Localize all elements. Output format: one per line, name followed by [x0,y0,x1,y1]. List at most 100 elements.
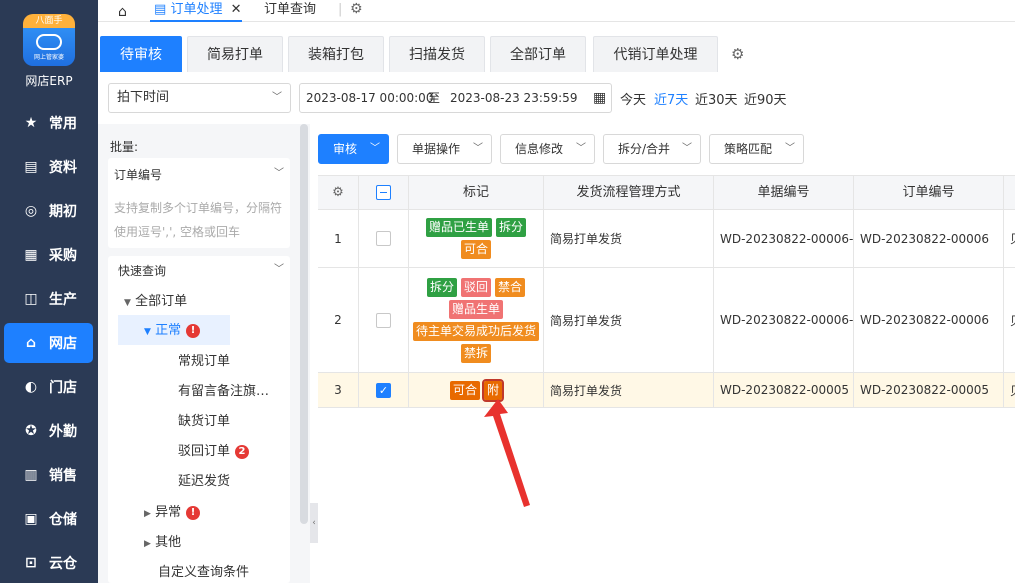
home-icon[interactable]: ⌂ [118,4,127,20]
top-tab-bar: ⌂ ▤ 订单处理 ✕ 订单查询 | ⚙ [98,0,1015,22]
table-row[interactable]: 2 拆分 驳回 禁合 赠品生单 待主单交易成功后发货 禁拆 简易打单发货 WD-… [318,268,1015,373]
check-icon: ✓ [376,382,391,398]
sidebar-item-purchase[interactable]: ▦ 采购 [0,235,98,275]
split-merge-button[interactable]: 拆分/合并 ﹀ [603,134,701,164]
tree-node-out-of-stock[interactable]: 缺货订单 [178,410,230,429]
select-all-checkbox[interactable] [359,176,409,210]
sidebar-item-shop[interactable]: ◐ 门店 [0,367,98,407]
alert-icon: ! [186,324,201,338]
row-checkbox[interactable] [359,268,409,372]
info-edit-button[interactable]: 信息修改 ﹀ [500,134,595,164]
date-range-picker[interactable]: 2023-08-17 00:00:00 至 2023-08-23 23:59:5… [299,83,612,113]
tree-node-abnormal[interactable]: ▶ 异常! [144,501,201,520]
tag-wait-main-order: 待主单交易成功后发货 [412,321,539,341]
tree-node-with-notes[interactable]: 有留言备注旗… [178,380,273,399]
sidebar-item-initial[interactable]: ◎ 期初 [0,191,98,231]
sidebar-item-label: 常用 [49,116,77,132]
sidebar-item-sales[interactable]: ▥ 销售 [0,455,98,495]
caret-right-icon: ▶ [144,539,151,549]
table-row[interactable]: 1 赠品已生单 拆分 可合 简易打单发货 WD-20230822-00006-1… [318,210,1015,268]
tree-node-label: 其他 [155,535,182,550]
collapse-panel-handle[interactable]: ‹ [310,503,318,543]
chevron-down-icon: ﹀ [682,143,692,154]
date-separator: 至 [428,91,441,105]
strategy-match-button[interactable]: 策略匹配 ﹀ [709,134,804,164]
subtab-all-orders[interactable]: 全部订单 [490,36,586,72]
column-header-mark[interactable]: 标记 [409,176,544,210]
tab-order-processing[interactable]: ▤ 订单处理 ✕ [150,0,242,22]
caret-down-icon: ▼ [144,327,151,337]
document-icon: ▤ [154,2,167,17]
quick-date-today[interactable]: 今天 [620,89,646,108]
sidebar-item-data[interactable]: ▤ 资料 [0,147,98,187]
chevron-down-icon: ﹀ [370,143,380,154]
checkbox [376,312,391,328]
button-label: 信息修改 [515,142,564,156]
close-icon[interactable]: ✕ [231,2,242,17]
time-type-select[interactable]: 拍下时间 ﹀ [108,83,291,113]
subtab-packing[interactable]: 装箱打包 [288,36,384,72]
row-trailing: 贝 [1004,373,1015,407]
chevron-down-icon[interactable]: ﹀ [274,260,284,275]
left-panel-scrollbar[interactable] [300,124,308,524]
calendar-icon[interactable]: ▦ [593,84,606,112]
tree-node-label: 驳回订单 [178,444,231,459]
tree-node-rejected[interactable]: 驳回订单 2 [178,440,250,459]
divider: | [338,2,343,17]
quick-date-7days[interactable]: 近7天 [654,89,688,108]
row-doc-no: WD-20230822-00006-2 [714,268,854,372]
time-type-value: 拍下时间 [117,90,170,105]
checkbox [376,231,391,246]
tree-node-other[interactable]: ▶ 其他 [144,531,181,550]
sidebar-item-warehouse[interactable]: ▣ 仓储 [0,499,98,539]
tab-label: 订单查询 [264,2,317,17]
column-settings[interactable]: ⚙ [318,176,359,210]
quick-date-90days[interactable]: 近90天 [744,89,787,108]
tree-node-custom[interactable]: 自定义查询条件 [158,561,249,580]
order-number-batch-field[interactable]: 订单编号 ﹀ 支持复制多个订单编号，分隔符 使用逗号',', 空格或回车 [108,158,290,248]
sidebar-item-field[interactable]: ✪ 外勤 [0,411,98,451]
quick-date-30days[interactable]: 近30天 [695,89,738,108]
row-index: 1 [318,210,359,267]
purchase-icon: ▦ [24,247,38,263]
sidebar-item-online-store[interactable]: ⌂ 网店 [4,323,93,363]
tree-node-normal[interactable]: ▼ 正常! [118,315,230,345]
sidebar-item-common[interactable]: ★ 常用 [0,103,98,143]
gear-icon: ⚙ [332,185,344,200]
tree-node-regular[interactable]: 常规订单 [178,350,230,369]
gear-icon[interactable]: ⚙ [350,1,363,17]
target-icon: ◎ [24,203,38,219]
caret-right-icon: ▶ [144,509,151,519]
gear-icon[interactable]: ⚙ [731,45,744,63]
column-header-doc-no[interactable]: 单据编号 [714,176,854,210]
subtab-consignment[interactable]: 代销订单处理 [593,36,718,72]
row-checkbox[interactable]: ✓ [359,373,409,407]
shop-icon: ◐ [24,379,38,395]
button-label: 审核 [333,142,358,156]
doc-operations-button[interactable]: 单据操作 ﹀ [397,134,492,164]
tab-order-query[interactable]: 订单查询 [260,0,330,22]
column-header-order-no[interactable]: 订单编号 [854,176,1004,210]
sidebar-item-label: 云仓 [49,556,77,572]
subtab-scan-ship[interactable]: 扫描发货 [389,36,485,72]
chevron-down-icon: ﹀ [576,143,586,154]
start-date: 2023-08-17 00:00:00 [306,91,434,105]
row-flow: 简易打单发货 [544,373,714,407]
subtab-simple-print[interactable]: 简易打单 [187,36,283,72]
app-logo: 八面手 网上管家婆 [23,14,75,66]
sidebar-item-cloud-warehouse[interactable]: ⊡ 云仓 [0,543,98,583]
row-trailing: 贝 [1004,210,1015,267]
chevron-down-icon[interactable]: ﹀ [274,164,284,179]
column-header-flow[interactable]: 发货流程管理方式 [544,176,714,210]
review-button[interactable]: 审核 ﹀ [318,134,389,164]
tree-node-all-orders[interactable]: ▼ 全部订单 [124,290,187,309]
tree-node-delayed[interactable]: 延迟发货 [178,470,230,489]
row-checkbox[interactable] [359,210,409,267]
table-row[interactable]: 3 ✓ 可合 附 简易打单发货 WD-20230822-00005 WD-202… [318,373,1015,408]
subtab-pending-review[interactable]: 待审核 [100,36,182,72]
sidebar-item-label: 期初 [49,204,77,220]
row-index: 2 [318,268,359,372]
sidebar-item-production[interactable]: ◫ 生产 [0,279,98,319]
chevron-left-icon: ‹ [312,518,316,528]
row-tags: 赠品已生单 拆分 可合 [409,210,544,267]
